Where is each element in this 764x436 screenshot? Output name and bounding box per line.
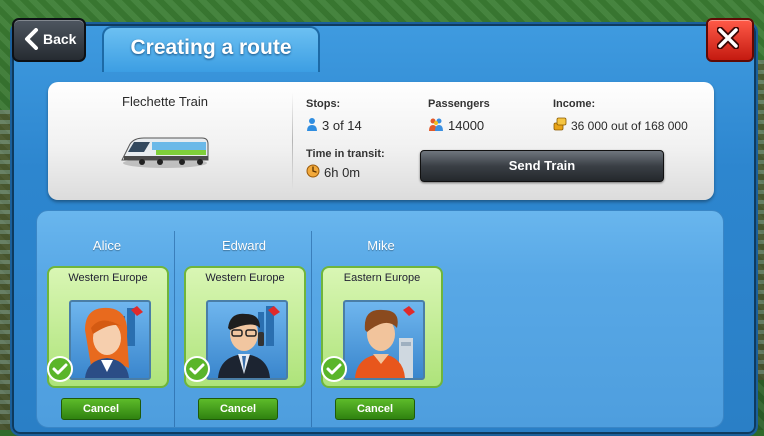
cancel-button[interactable]: Cancel [335, 398, 415, 420]
transit-time: 6h 0m [324, 165, 361, 180]
crew-name: Mike [367, 238, 395, 253]
title-tab: Creating a route [102, 26, 320, 72]
stops-label: Stops: [306, 98, 341, 110]
coins-icon [553, 117, 567, 134]
close-icon [717, 27, 739, 49]
cancel-button[interactable]: Cancel [61, 398, 141, 420]
passengers-value: 14000 [428, 117, 484, 134]
avatar [206, 300, 288, 380]
crew-card[interactable]: Eastern Europe [321, 266, 443, 388]
back-button[interactable]: Back [12, 18, 86, 62]
crew-card[interactable]: Western Europe [47, 266, 169, 388]
crew-name: Alice [92, 238, 122, 253]
route-info-panel: Flechette Train Stops: 3 of 14 Passenger… [48, 82, 714, 200]
income-amount: 36 000 out of 168 000 [571, 118, 688, 133]
chevron-left-icon [22, 28, 42, 50]
column-divider [174, 231, 175, 427]
checkmark-icon [184, 356, 210, 382]
checkmark-icon [47, 356, 73, 382]
crew-region: Western Europe [205, 272, 285, 284]
transit-label: Time in transit: [306, 148, 385, 160]
transit-value: 6h 0m [306, 164, 360, 181]
page-title: Creating a route [130, 36, 292, 59]
crew-name: Edward [221, 238, 267, 253]
crew-region: Western Europe [68, 272, 148, 284]
passengers-count: 14000 [448, 118, 485, 133]
clock-icon [306, 164, 320, 181]
back-label: Back [43, 31, 77, 47]
crew-panel: Alice Western Europe Cancel Edward Weste… [36, 210, 724, 428]
train-name: Flechette Train [122, 94, 208, 109]
passengers-icon [428, 117, 444, 134]
cancel-button[interactable]: Cancel [198, 398, 278, 420]
income-value: 36 000 out of 168 000 [553, 117, 688, 134]
crew-member-alice: Alice Western Europe Cancel [39, 211, 175, 427]
stops-value: 3 of 14 [306, 117, 362, 134]
panel-divider [292, 92, 293, 190]
avatar [343, 300, 425, 380]
column-divider [311, 231, 312, 427]
train-image [120, 130, 210, 175]
crew-member-mike: Mike Eastern Europe Cancel [313, 211, 449, 427]
avatar [69, 300, 151, 380]
stops-count: 3 of 14 [322, 118, 362, 133]
send-train-button[interactable]: Send Train [420, 150, 664, 182]
person-icon [306, 117, 318, 134]
crew-region: Eastern Europe [343, 272, 421, 284]
income-label: Income: [553, 98, 596, 110]
passengers-label: Passengers [428, 98, 490, 110]
crew-card[interactable]: Western Europe [184, 266, 306, 388]
close-button[interactable] [706, 18, 754, 62]
crew-member-edward: Edward Western Europe Cancel [176, 211, 312, 427]
checkmark-icon [321, 356, 347, 382]
